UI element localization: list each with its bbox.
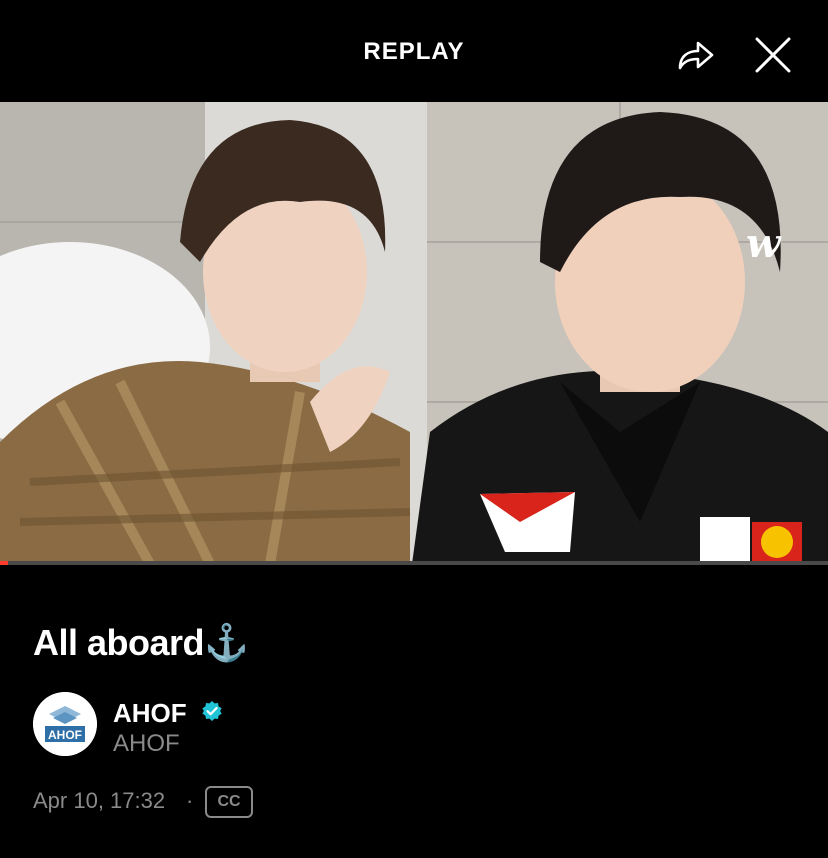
post-date: Apr 10, 17:32 [33,788,166,813]
avatar[interactable]: AHOF [33,692,97,756]
video-progress-bar[interactable] [0,561,828,565]
channel-handle: AHOF [113,730,180,757]
video-title: All aboard⚓ [33,622,249,663]
weverse-logo: w [746,220,781,267]
share-arrow-icon [678,41,714,70]
meta-separator: · [186,788,194,813]
video-player[interactable]: w [0,102,828,564]
verified-badge-icon [202,701,222,721]
video-frame-image [0,102,828,564]
post-meta: Apr 10, 17:32 · CC [33,786,253,818]
progress-fill [0,561,9,565]
ahof-logo-icon: AHOF [33,692,97,756]
top-bar: REPLAY [0,0,828,102]
avatar-text: AHOF [48,728,82,742]
cc-button[interactable]: CC [205,786,253,818]
share-button[interactable] [674,34,716,76]
close-button[interactable] [752,34,794,76]
close-x-icon [755,37,791,73]
channel-name[interactable]: AHOF [113,698,187,729]
